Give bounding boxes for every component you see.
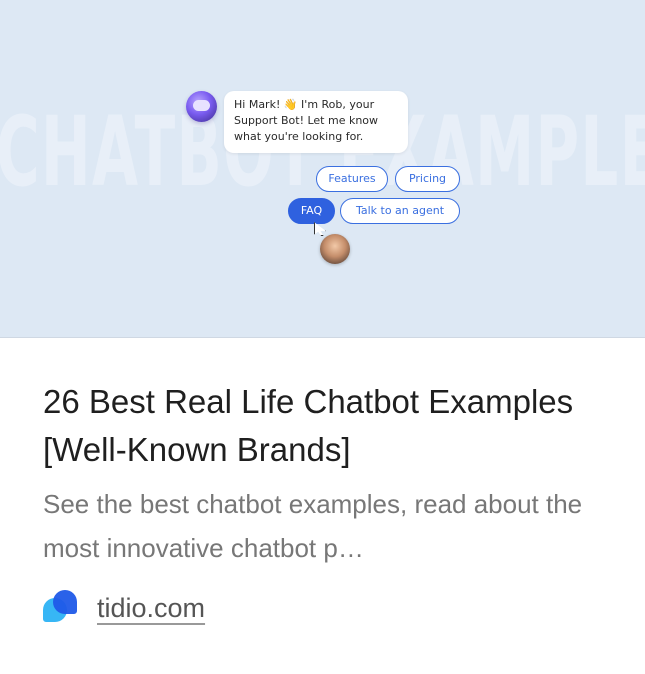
bot-face-icon — [193, 100, 210, 111]
article-title[interactable]: 26 Best Real Life Chatbot Examples [Well… — [43, 378, 613, 474]
chip-features: Features — [316, 166, 388, 192]
chip-pricing: Pricing — [395, 166, 460, 192]
preview-image[interactable]: CHATBOT EXAMPLES Hi Mark! 👋 I'm Rob, you… — [0, 0, 645, 338]
user-avatar — [320, 234, 350, 264]
source-domain-link[interactable]: tidio.com — [97, 593, 205, 624]
tidio-logo-icon — [43, 590, 79, 626]
bot-message-bubble: Hi Mark! 👋 I'm Rob, your Support Bot! Le… — [224, 91, 408, 153]
bot-avatar-icon — [186, 91, 217, 122]
link-preview-card[interactable]: CHATBOT EXAMPLES Hi Mark! 👋 I'm Rob, you… — [0, 0, 645, 674]
chip-talk-to-agent: Talk to an agent — [340, 198, 460, 224]
pointer-cursor-icon — [314, 222, 326, 236]
article-description: See the best chatbot examples, read abou… — [43, 489, 583, 563]
source-row[interactable]: tidio.com — [43, 590, 205, 626]
chip-faq: FAQ — [288, 198, 335, 224]
